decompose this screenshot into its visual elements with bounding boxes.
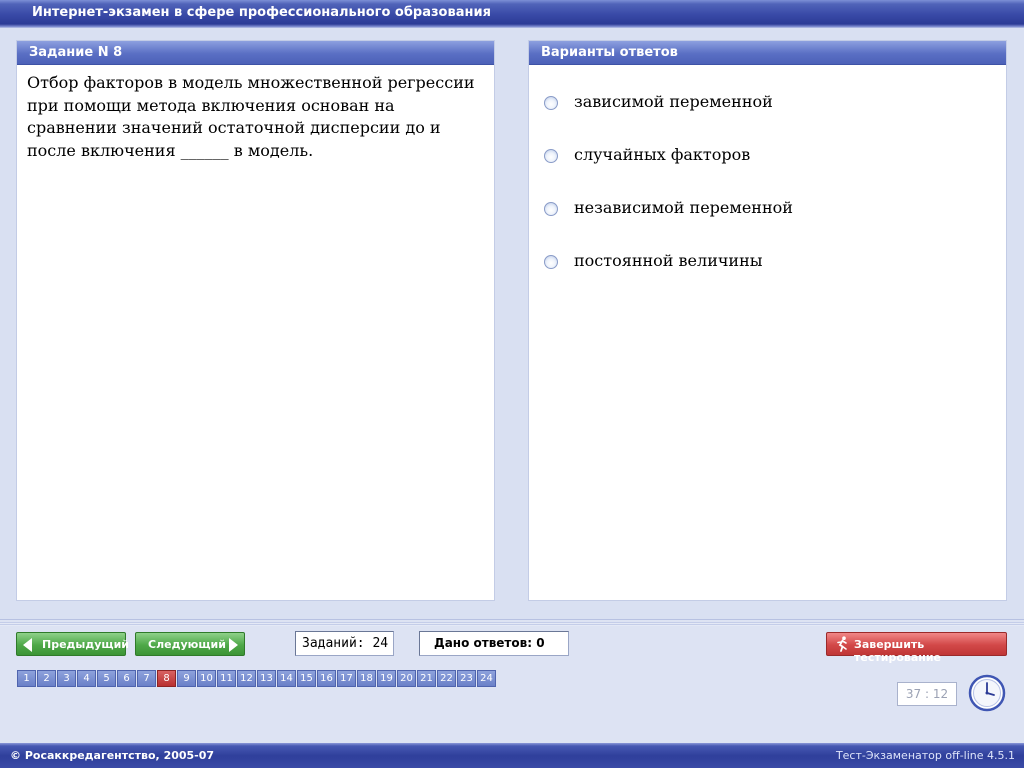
- answer-label[interactable]: зависимой переменной: [574, 92, 773, 111]
- page-navigator: 1 2 3 4 5 6 7 8 9 10 11 12 13 14 15 16 17 18 19 20 21 22 23 24: [17, 670, 497, 687]
- next-button[interactable]: Следующий: [135, 632, 245, 656]
- page-button-8[interactable]: 8: [157, 670, 176, 687]
- answer-option[interactable]: зависимой переменной: [529, 92, 1006, 145]
- page-button-11[interactable]: 11: [217, 670, 236, 687]
- page-button-19[interactable]: 19: [377, 670, 396, 687]
- answer-label[interactable]: постоянной величины: [574, 251, 763, 270]
- page-button-7[interactable]: 7: [137, 670, 156, 687]
- page-button-22[interactable]: 22: [437, 670, 456, 687]
- timer-display: 37 : 12: [897, 682, 957, 706]
- radio-button[interactable]: [544, 96, 558, 110]
- page-button-12[interactable]: 12: [237, 670, 256, 687]
- page-button-23[interactable]: 23: [457, 670, 476, 687]
- page-button-15[interactable]: 15: [297, 670, 316, 687]
- window-title: Интернет-экзамен в сфере профессионально…: [32, 5, 491, 20]
- page-button-18[interactable]: 18: [357, 670, 376, 687]
- page-button-20[interactable]: 20: [397, 670, 416, 687]
- page-button-14[interactable]: 14: [277, 670, 296, 687]
- version-text: Тест-Экзаменатор off-line 4.5.1: [835, 749, 1015, 762]
- answer-list: зависимой переменной случайных факторов …: [529, 65, 1006, 304]
- page-button-6[interactable]: 6: [117, 670, 136, 687]
- page-button-5[interactable]: 5: [97, 670, 116, 687]
- page-button-17[interactable]: 17: [337, 670, 356, 687]
- answer-option[interactable]: случайных факторов: [529, 145, 1006, 198]
- finish-test-button[interactable]: Завершить тестирование: [826, 632, 1007, 664]
- answer-label[interactable]: случайных факторов: [574, 145, 750, 164]
- task-panel: Задание N 8 Отбор факторов в модель множ…: [16, 40, 495, 601]
- arrow-left-icon: [23, 638, 32, 652]
- total-tasks-counter: Заданий: 24: [295, 631, 394, 656]
- answer-label[interactable]: независимой переменной: [574, 198, 793, 217]
- clock-icon: [968, 674, 1006, 712]
- arrow-right-icon: [229, 638, 238, 652]
- copyright-text: © Росаккредагентство, 2005-07: [10, 749, 215, 762]
- running-man-icon: [837, 636, 847, 652]
- previous-button[interactable]: Предыдущий: [16, 632, 130, 656]
- page-button-2[interactable]: 2: [37, 670, 56, 687]
- page-button-13[interactable]: 13: [257, 670, 276, 687]
- page-button-4[interactable]: 4: [77, 670, 96, 687]
- answer-option[interactable]: постоянной величины: [529, 251, 1006, 304]
- page-button-21[interactable]: 21: [417, 670, 436, 687]
- answers-panel: Варианты ответов зависимой переменной сл…: [528, 40, 1007, 601]
- radio-button[interactable]: [544, 255, 558, 269]
- answers-header: Варианты ответов: [529, 41, 1006, 65]
- page-button-16[interactable]: 16: [317, 670, 336, 687]
- page-button-3[interactable]: 3: [57, 670, 76, 687]
- status-bar: © Росаккредагентство, 2005-07 Тест-Экзам…: [0, 743, 1024, 768]
- title-bar: Интернет-экзамен в сфере профессионально…: [0, 0, 1024, 28]
- task-header: Задание N 8: [17, 41, 494, 65]
- page-button-9[interactable]: 9: [177, 670, 196, 687]
- next-button-label: Следующий: [148, 638, 226, 651]
- question-text: Отбор факторов в модель множественной ре…: [27, 73, 475, 160]
- finish-test-label: Завершить тестирование: [854, 638, 942, 664]
- page-button-10[interactable]: 10: [197, 670, 216, 687]
- previous-button-label: Предыдущий: [42, 638, 130, 651]
- answer-option[interactable]: независимой переменной: [529, 198, 1006, 251]
- page-button-24[interactable]: 24: [477, 670, 496, 687]
- page-button-1[interactable]: 1: [17, 670, 36, 687]
- radio-button[interactable]: [544, 149, 558, 163]
- answered-counter: Дано ответов: 0: [419, 631, 569, 656]
- radio-button[interactable]: [544, 202, 558, 216]
